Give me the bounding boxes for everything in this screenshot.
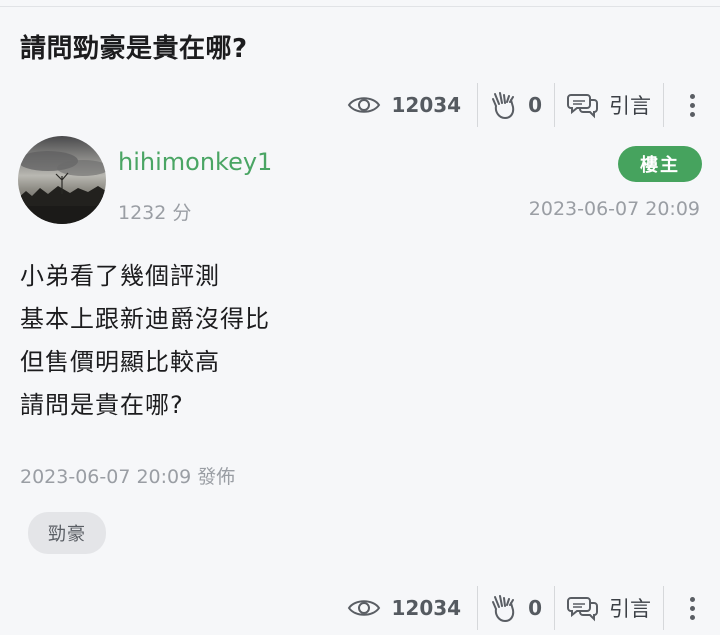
views-counter: 12034	[335, 83, 477, 127]
clap-button[interactable]: 0	[478, 586, 554, 630]
quote-button[interactable]: 引言	[555, 83, 663, 127]
quote-label: 引言	[609, 597, 651, 621]
quote-label: 引言	[609, 94, 651, 118]
top-divider	[0, 6, 720, 7]
content-line: 基本上跟新迪爵沒得比	[20, 305, 270, 333]
more-vertical-icon	[689, 93, 695, 117]
eye-icon	[348, 600, 381, 616]
speech-bubbles-icon	[567, 597, 598, 622]
clap-button[interactable]: 0	[478, 83, 554, 127]
views-count: 12034	[391, 596, 462, 620]
views-counter: 12034	[335, 586, 477, 630]
clap-hands-icon	[492, 92, 515, 120]
views-count: 12034	[391, 93, 462, 117]
tag-chip[interactable]: 勁豪	[28, 512, 106, 554]
more-options-button[interactable]	[664, 83, 720, 127]
clap-count: 0	[528, 93, 542, 117]
author-name[interactable]: hihimonkey1	[118, 148, 272, 176]
quote-button[interactable]: 引言	[555, 586, 663, 630]
post-actions-top: 12034 0 引言	[335, 82, 720, 128]
more-options-button[interactable]	[664, 586, 720, 630]
post-title: 請問勁豪是貴在哪?	[20, 34, 248, 64]
content-line: 但售價明顯比較高	[20, 348, 220, 376]
eye-icon	[348, 97, 381, 113]
avatar[interactable]	[18, 136, 106, 224]
post-content: 小弟看了幾個評測 基本上跟新迪爵沒得比 但售價明顯比較高 請問是貴在哪?	[20, 255, 270, 427]
content-line: 請問是貴在哪?	[20, 391, 184, 419]
speech-bubbles-icon	[567, 94, 598, 119]
content-line: 小弟看了幾個評測	[20, 262, 220, 290]
author-score: 1232 分	[118, 202, 192, 224]
published-time: 2023-06-07 20:09 發佈	[20, 466, 236, 488]
post-actions-bottom: 12034 0 引言	[335, 585, 720, 631]
op-badge: 樓主	[618, 146, 702, 182]
clap-hands-icon	[492, 595, 515, 623]
post-timestamp: 2023-06-07 20:09	[528, 198, 700, 220]
more-vertical-icon	[689, 596, 695, 620]
clap-count: 0	[528, 596, 542, 620]
